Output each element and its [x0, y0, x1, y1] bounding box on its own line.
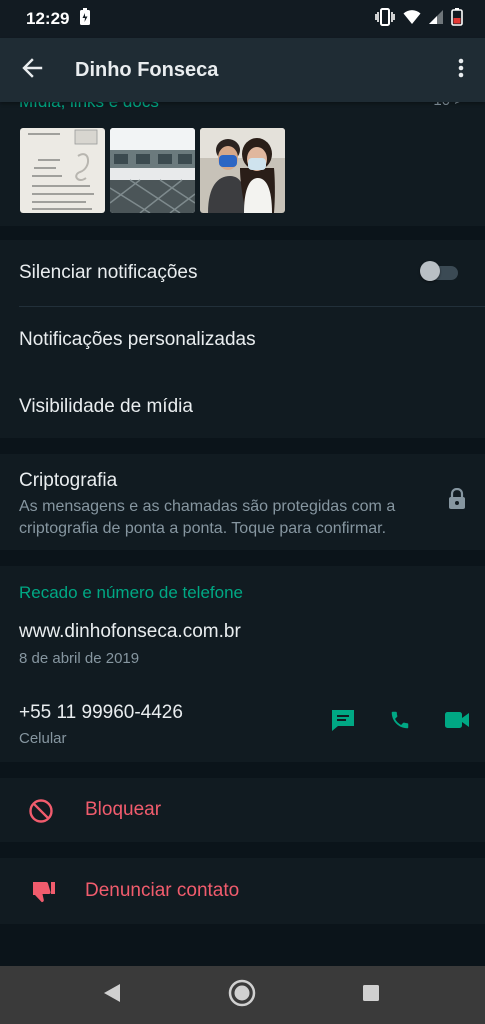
thumb-down-icon: [30, 880, 56, 909]
block-label: Bloquear: [85, 799, 162, 820]
encryption-title: Criptografia: [19, 470, 118, 491]
app-bar: Dinho Fonseca: [0, 38, 485, 102]
mute-notifications-toggle[interactable]: [420, 261, 458, 281]
encryption-section[interactable]: Criptografia As mensagens e as chamadas …: [0, 454, 485, 550]
more-vertical-icon: [458, 58, 464, 83]
signal-icon: [429, 9, 443, 29]
house-thumbnail[interactable]: [110, 128, 195, 213]
couple-selfie-thumbnail[interactable]: [200, 128, 285, 213]
block-row[interactable]: Bloquear: [0, 778, 485, 842]
arrow-left-icon: [21, 57, 43, 84]
phone-row[interactable]: +55 11 99960-4426 Celular: [0, 690, 485, 760]
message-icon: [330, 708, 356, 737]
battery-saver-icon: [79, 7, 91, 31]
message-button[interactable]: [323, 702, 363, 742]
battery-icon: [451, 7, 463, 31]
about-phone-section: Recado e número de telefone www.dinhofon…: [0, 566, 485, 762]
mute-notifications-row[interactable]: Silenciar notificações: [0, 240, 485, 306]
notification-settings-section: Silenciar notificações Notificações pers…: [0, 240, 485, 438]
phone-icon: [389, 709, 411, 736]
about-row[interactable]: www.dinhofonseca.com.br 8 de abril de 20…: [0, 610, 485, 680]
about-status-date: 8 de abril de 2019: [19, 650, 140, 667]
media-visibility-row[interactable]: Visibilidade de mídia: [0, 373, 485, 438]
mute-notifications-label: Silenciar notificações: [19, 262, 198, 283]
report-contact-label: Denunciar contato: [85, 880, 240, 901]
phone-type: Celular: [19, 730, 67, 747]
triangle-back-icon: [102, 983, 122, 1008]
home-circle-icon: [228, 979, 256, 1012]
lock-icon: [448, 487, 466, 515]
toggle-knob: [420, 261, 440, 281]
about-status-text: www.dinhofonseca.com.br: [19, 621, 241, 642]
video-icon: [444, 711, 470, 734]
video-call-button[interactable]: [437, 702, 477, 742]
business-card-thumbnail[interactable]: [20, 128, 105, 213]
block-icon: [28, 798, 54, 829]
media-section: Mídia, links e docs 10 >: [0, 84, 485, 226]
square-recents-icon: [362, 984, 380, 1007]
contact-name-title: Dinho Fonseca: [75, 58, 219, 81]
status-time: 12:29: [26, 9, 70, 28]
media-visibility-label: Visibilidade de mídia: [19, 396, 193, 417]
encryption-description: As mensagens e as chamadas são protegida…: [19, 498, 396, 537]
custom-notifications-label: Notificações personalizadas: [19, 329, 256, 350]
nav-back-button[interactable]: [82, 966, 142, 1024]
status-bar: 12:29: [0, 0, 485, 38]
wifi-icon: [403, 9, 421, 30]
about-header: Recado e número de telefone: [19, 583, 243, 602]
voice-call-button[interactable]: [380, 702, 420, 742]
phone-number: +55 11 99960-4426: [19, 702, 183, 723]
back-button[interactable]: [0, 38, 64, 102]
nav-home-button[interactable]: [212, 966, 272, 1024]
custom-notifications-row[interactable]: Notificações personalizadas: [0, 307, 485, 373]
system-navigation-bar: [0, 966, 485, 1024]
more-options-button[interactable]: [437, 38, 485, 102]
nav-recents-button[interactable]: [341, 966, 401, 1024]
vibrate-icon: [375, 7, 395, 31]
report-contact-row[interactable]: Denunciar contato: [0, 858, 485, 924]
